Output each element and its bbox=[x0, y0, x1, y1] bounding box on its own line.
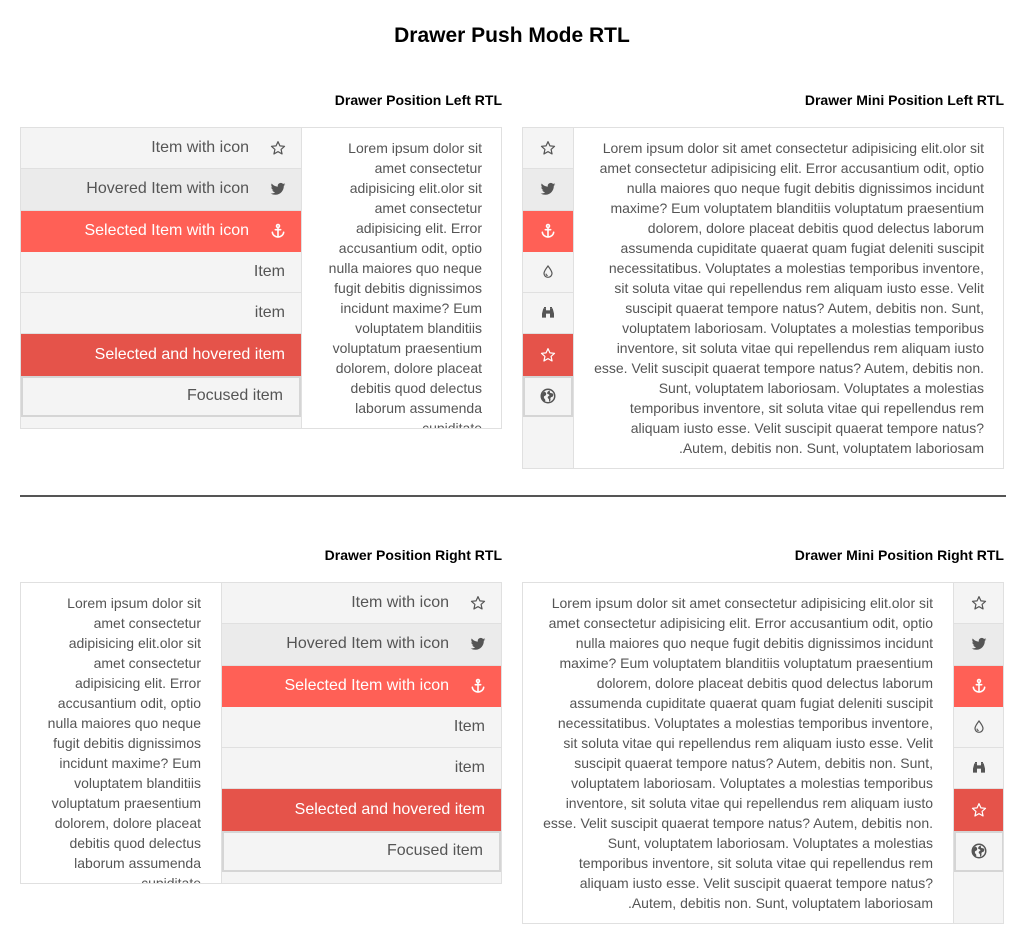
mini-drawer bbox=[523, 128, 574, 468]
drawer-item[interactable] bbox=[523, 293, 573, 335]
binoculars-icon bbox=[539, 304, 557, 322]
twitter-icon bbox=[970, 635, 988, 653]
drawer-item[interactable]: Focused item bbox=[21, 375, 301, 418]
section-divider bbox=[20, 495, 1006, 497]
star-outline-icon bbox=[539, 139, 557, 157]
twitter-icon bbox=[269, 180, 287, 198]
globe-icon bbox=[539, 387, 557, 405]
demo-drawer-mini-right: Lorem ipsum dolor sit amet consectetur a… bbox=[522, 582, 1004, 924]
drawer-item[interactable] bbox=[523, 210, 573, 252]
drawer-item[interactable] bbox=[523, 251, 573, 294]
anchor-icon bbox=[970, 677, 988, 695]
drawer-content: Lorem ipsum dolor sit amet consectetur a… bbox=[594, 140, 984, 456]
demo-title-mini-left: Drawer Mini Position Left RTL bbox=[804, 92, 1004, 108]
drawer-item[interactable]: Item bbox=[222, 706, 501, 749]
drawer-item[interactable] bbox=[954, 583, 1003, 625]
drawer-item[interactable]: Item with icon bbox=[21, 128, 301, 170]
drawer-item[interactable] bbox=[523, 334, 573, 376]
drawer-item-label: Hovered Item with icon bbox=[286, 635, 449, 653]
drawer-item-label: Selected and hovered item bbox=[94, 345, 285, 363]
star-outline-icon bbox=[269, 139, 287, 157]
drawer-content: Lorem ipsum dolor sit amet consectetur a… bbox=[543, 595, 933, 911]
drawer-content: Lorem ipsum dolor sit amet consectetur a… bbox=[328, 140, 482, 429]
binoculars-icon bbox=[970, 759, 988, 777]
drop-icon bbox=[539, 263, 557, 281]
drawer-item[interactable]: Focused item bbox=[222, 830, 501, 873]
drawer-item-label: Hovered Item with icon bbox=[86, 180, 249, 198]
anchor-icon bbox=[469, 677, 487, 695]
twitter-icon bbox=[469, 635, 487, 653]
star-outline-icon bbox=[539, 346, 557, 364]
drawer-content: Lorem ipsum dolor sit amet consectetur a… bbox=[47, 595, 201, 884]
drawer: Item with icon Hovered Item with icon Sele… bbox=[21, 128, 302, 428]
drawer-item[interactable] bbox=[523, 375, 573, 418]
drawer-item[interactable] bbox=[954, 748, 1003, 790]
star-outline-icon bbox=[970, 801, 988, 819]
demo-drawer-right: Lorem ipsum dolor sit amet consectetur a… bbox=[20, 582, 502, 884]
drawer-item[interactable]: Selected and hovered item bbox=[21, 334, 301, 376]
twitter-icon bbox=[539, 180, 557, 198]
drawer-item[interactable] bbox=[523, 169, 573, 211]
drawer-item-label: item bbox=[254, 304, 285, 322]
drawer-item[interactable]: Hovered Item with icon bbox=[222, 624, 501, 666]
demo-drawer-left: Item with icon Hovered Item with icon Sele… bbox=[20, 127, 502, 429]
drawer-item[interactable]: Selected Item with icon bbox=[21, 210, 301, 252]
demo-drawer-mini-left: Lorem ipsum dolor sit amet consectetur a… bbox=[522, 127, 1004, 469]
drop-icon bbox=[970, 718, 988, 736]
drawer-item[interactable] bbox=[523, 128, 573, 170]
drawer-item-label: Item bbox=[253, 263, 285, 281]
demo-title-left: Drawer Position Left RTL bbox=[334, 92, 502, 108]
drawer-item-label: Selected Item with icon bbox=[284, 676, 449, 694]
drawer-item[interactable] bbox=[954, 706, 1003, 749]
mini-drawer bbox=[953, 583, 1003, 923]
drawer-item[interactable]: Selected and hovered item bbox=[222, 789, 501, 831]
drawer-item-label: Item with icon bbox=[351, 594, 449, 612]
drawer-item[interactable]: item bbox=[222, 748, 501, 790]
drawer-item[interactable]: Selected Item with icon bbox=[222, 665, 501, 707]
anchor-icon bbox=[539, 222, 557, 240]
drawer: Item with icon Hovered Item with icon Sele… bbox=[221, 583, 501, 883]
drawer-item[interactable]: item bbox=[21, 293, 301, 335]
drawer-item-label: Item bbox=[453, 718, 485, 736]
demo-title-right: Drawer Position Right RTL bbox=[324, 547, 502, 563]
drawer-item[interactable] bbox=[954, 624, 1003, 666]
drawer-item[interactable] bbox=[954, 789, 1003, 831]
star-outline-icon bbox=[970, 594, 988, 612]
drawer-item[interactable] bbox=[954, 665, 1003, 707]
drawer-item[interactable]: Item bbox=[21, 251, 301, 294]
drawer-item-label: Selected and hovered item bbox=[294, 800, 485, 818]
drawer-item[interactable] bbox=[954, 830, 1003, 873]
globe-icon bbox=[970, 842, 988, 860]
drawer-item[interactable]: Hovered Item with icon bbox=[21, 169, 301, 211]
drawer-item[interactable]: Item with icon bbox=[222, 583, 501, 625]
demo-title-mini-right: Drawer Mini Position Right RTL bbox=[794, 547, 1004, 563]
anchor-icon bbox=[269, 222, 287, 240]
drawer-item-label: Selected Item with icon bbox=[84, 221, 249, 239]
star-outline-icon bbox=[469, 594, 487, 612]
drawer-item-label: Item with icon bbox=[151, 139, 249, 157]
page-title: Drawer Push Mode RTL bbox=[394, 24, 630, 47]
drawer-item-label: Focused item bbox=[186, 387, 283, 405]
drawer-item-label: item bbox=[454, 759, 485, 777]
drawer-item-label: Focused item bbox=[386, 842, 483, 860]
